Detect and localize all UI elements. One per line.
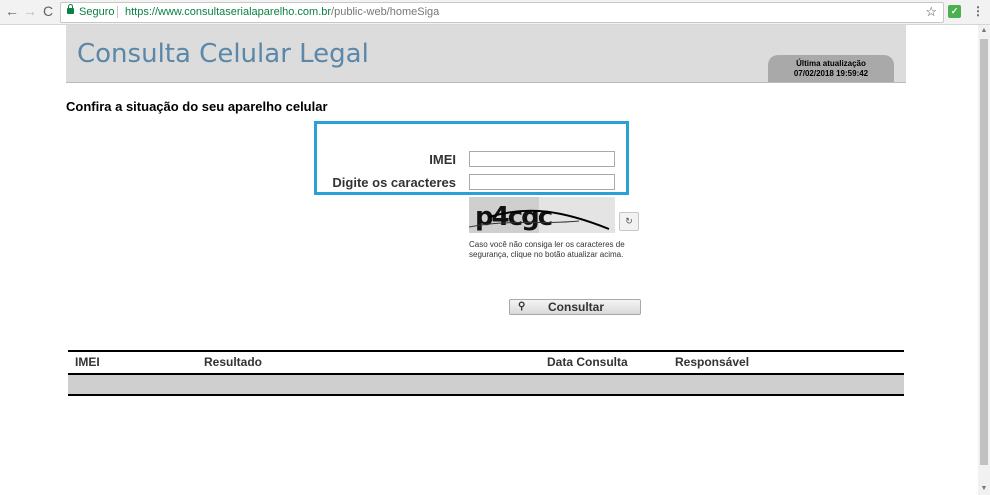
refresh-captcha-button[interactable]: ↻ xyxy=(619,212,639,231)
page-scrollbar[interactable]: ▲ ▼ xyxy=(978,25,990,495)
imei-label: IMEI xyxy=(429,152,456,167)
reload-icon[interactable]: C xyxy=(40,3,56,19)
extension-icon[interactable]: ✓ xyxy=(948,5,961,18)
search-icon: ⚲ xyxy=(518,301,526,312)
column-responsavel: Responsável xyxy=(675,355,750,369)
last-update-box: Última atualização 07/02/2018 19:59:42 xyxy=(768,55,894,82)
last-update-label: Última atualização xyxy=(796,59,866,68)
captcha-help-text: Caso você não consiga ler os caracteres … xyxy=(469,240,625,259)
results-header: IMEI Resultado Data Consulta Responsável xyxy=(68,350,904,375)
captcha-text: p4cgc xyxy=(475,202,552,232)
url-path: /public-web/homeSiga xyxy=(331,6,440,18)
column-resultado: Resultado xyxy=(204,355,263,369)
consultar-button[interactable]: ⚲ Consultar xyxy=(509,299,641,315)
browser-toolbar: ← → C Seguro https://www.consultaseriala… xyxy=(0,0,990,25)
secure-label: Seguro xyxy=(79,6,115,18)
column-data-consulta: Data Consulta xyxy=(547,355,628,369)
scroll-down-icon[interactable]: ▼ xyxy=(978,485,990,493)
lock-icon xyxy=(67,4,74,15)
scroll-thumb[interactable] xyxy=(980,39,988,465)
section-heading: Confira a situação do seu aparelho celul… xyxy=(66,99,328,114)
back-icon[interactable]: ← xyxy=(4,3,20,19)
refresh-icon: ↻ xyxy=(625,216,633,226)
scroll-up-icon[interactable]: ▲ xyxy=(978,27,990,35)
header-banner: Consulta Celular Legal Última atualizaçã… xyxy=(66,25,906,83)
url-host: https://www.consultaserialaparelho.com.b… xyxy=(125,6,332,18)
table-row xyxy=(68,375,904,396)
star-icon[interactable]: ☆ xyxy=(925,4,937,20)
page-title: Consulta Celular Legal xyxy=(77,39,369,69)
captcha-input[interactable] xyxy=(469,174,615,190)
menu-icon[interactable]: ⋮ xyxy=(972,4,984,18)
imei-input[interactable] xyxy=(469,151,615,167)
results-table: IMEI Resultado Data Consulta Responsável xyxy=(68,350,904,396)
last-update-value: 07/02/2018 19:59:42 xyxy=(793,69,869,78)
forward-icon[interactable]: → xyxy=(22,3,38,19)
column-imei: IMEI xyxy=(75,355,100,369)
url-text[interactable]: https://www.consultaserialaparelho.com.b… xyxy=(125,6,439,18)
captcha-image: p4cgc xyxy=(469,197,615,233)
captcha-label: Digite os caracteres xyxy=(332,175,456,190)
consultar-label: Consultar xyxy=(548,300,605,314)
address-bar[interactable]: Seguro https://www.consultaserialaparelh… xyxy=(60,2,944,23)
url-separator xyxy=(117,6,118,18)
